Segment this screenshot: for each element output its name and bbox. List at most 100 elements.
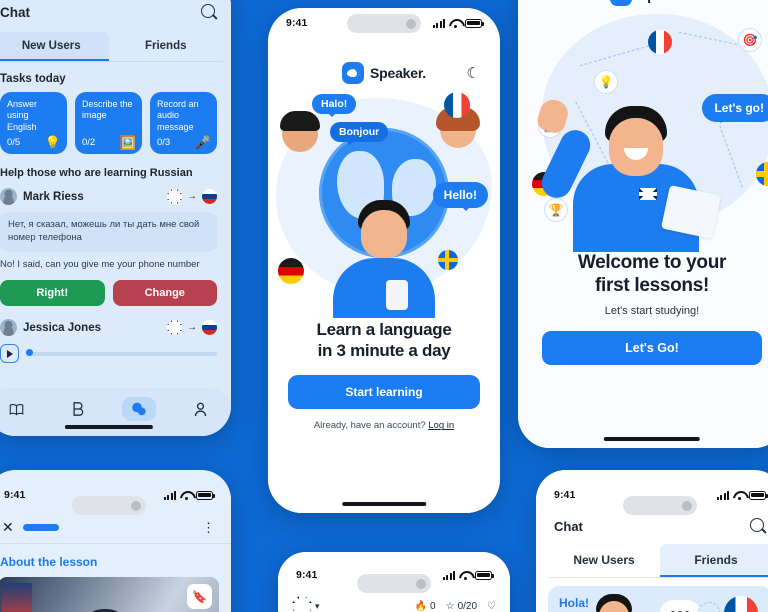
person-center <box>329 200 439 318</box>
flag-se-icon <box>756 162 768 186</box>
tab-friends[interactable]: Friends <box>109 32 224 61</box>
page-title: Chat <box>554 518 583 534</box>
battery-icon <box>749 490 768 500</box>
status-time: 9:41 <box>296 569 318 581</box>
friends-screen: 9:41 Chat New Users Friends Hola! <box>536 470 768 612</box>
chat-screen: Chat New Users Friends Tasks today Answe… <box>0 0 231 436</box>
lesson-stats: 🔥 0 ☆ 0/20 ♡ <box>415 601 496 612</box>
login-prompt: Already, have an account? Log in <box>268 420 500 431</box>
hearts-stat: ♡ <box>487 601 496 612</box>
log-in-link[interactable]: Log in <box>428 420 454 431</box>
dynamic-island <box>71 496 146 515</box>
status-icons <box>717 490 768 500</box>
search-icon[interactable] <box>201 4 217 20</box>
flag-de-icon <box>278 258 304 284</box>
typing-dots-icon <box>660 600 700 612</box>
friend-card[interactable]: Hola! <box>548 586 768 612</box>
headline-line-2: first lessons! <box>594 274 710 296</box>
status-icons <box>164 490 215 500</box>
battery-icon <box>465 18 484 28</box>
start-learning-button[interactable]: Start learning <box>288 375 480 410</box>
wifi-icon <box>733 491 745 500</box>
avatar <box>0 319 17 337</box>
tasks-list: Answer using English 0/5 💡 Describe the … <box>0 92 231 154</box>
tab-friends[interactable]: Friends <box>660 544 768 577</box>
home-indicator <box>64 425 153 429</box>
cellular-bars-icon <box>717 490 729 500</box>
arrow-icon: → <box>187 322 197 334</box>
speaker-logo-icon <box>342 62 364 84</box>
flag-ru-icon <box>202 320 217 336</box>
dynamic-island <box>357 574 431 593</box>
flag-gb-icon <box>167 320 182 336</box>
streak-value: 0 <box>430 600 436 612</box>
more-vertical-icon[interactable]: ⋮ <box>202 521 215 534</box>
flag-gb-icon <box>167 189 182 204</box>
help-heading: Help those who are learning Russian <box>0 167 193 179</box>
chat-bubbles-icon[interactable] <box>122 397 157 421</box>
login-prompt-text: Already, have an account? <box>313 420 426 432</box>
wifi-icon <box>449 19 461 28</box>
flag-fr-icon <box>648 30 672 54</box>
tab-new-users[interactable]: New Users <box>548 544 660 577</box>
status-time: 9:41 <box>286 17 308 29</box>
conversation-header[interactable]: Jessica Jones → <box>0 319 231 337</box>
onboarding-screen: 9:41 ☾ Speaker. Halo! Bonjour Hello! Lea… <box>268 8 500 513</box>
status-bar: 9:41 <box>536 480 768 515</box>
right-button[interactable]: Right! <box>0 280 105 307</box>
cellular-bars-icon <box>164 490 176 500</box>
language-pair: → <box>167 320 217 336</box>
audio-player[interactable] <box>0 336 231 364</box>
poster-decoration <box>2 583 32 612</box>
status-time: 9:41 <box>554 489 576 501</box>
avatar <box>0 188 17 205</box>
page-title: Learn a language in 3 minute a day <box>284 320 484 361</box>
close-icon[interactable]: ✕ <box>2 520 14 534</box>
language-selector[interactable]: ▾ <box>292 596 320 612</box>
task-card[interactable]: Record an audio message 0/3 🎤 <box>150 92 217 154</box>
moon-icon[interactable]: ☾ <box>467 64 480 82</box>
flag-gb-icon <box>292 596 312 612</box>
task-card[interactable]: Answer using English 0/5 💡 <box>0 92 67 154</box>
phone-mockup-friends: 9:41 Chat New Users Friends Hola! <box>536 470 768 612</box>
brand-name: Speaker. <box>638 0 694 3</box>
phone-mockup-lesson-header: 9:41 ▾ 🔥 0 ☆ 0/20 ♡ <box>278 552 510 612</box>
points-value: 0/20 <box>457 600 478 612</box>
tab-new-users[interactable]: New Users <box>0 32 109 61</box>
person-icon[interactable] <box>183 397 217 421</box>
task-title: Describe the image <box>82 99 133 121</box>
welcome-illustration: 💡 📘 🎯 🏆 Let's go! <box>518 6 768 252</box>
status-bar: 9:41 <box>0 480 231 515</box>
answer-actions: Right! Change <box>0 271 231 307</box>
heart-icon: ♡ <box>487 600 496 612</box>
bookmark-icon[interactable]: 🔖 <box>187 584 212 609</box>
target-icon: 🎯 <box>738 28 762 52</box>
lesson-progress-bar <box>22 523 59 531</box>
lesson-video-thumbnail[interactable]: 🔖 <box>0 577 219 612</box>
chat-tabs: New Users Friends <box>0 32 223 62</box>
change-button[interactable]: Change <box>112 280 217 307</box>
greeting-text: Hola! <box>559 596 589 610</box>
status-bar: 9:41 <box>278 560 510 593</box>
bold-b-icon[interactable] <box>61 397 95 421</box>
message-translation: No! I said, can you give me your phone n… <box>0 258 200 270</box>
flag-fr-icon <box>444 92 470 118</box>
task-card[interactable]: Describe the image 0/2 🖼️ <box>75 92 142 154</box>
welcome-subtitle: Let's start studying! <box>604 304 700 317</box>
phone-mockup-lesson: 9:41 ✕ ⋮ About the lesson 🔖 <box>0 470 231 612</box>
phone-mockup-chat: Chat New Users Friends Tasks today Answe… <box>0 0 231 436</box>
friends-tabs: New Users Friends <box>548 544 768 578</box>
search-icon[interactable] <box>750 518 766 534</box>
chevron-down-icon: ▾ <box>315 600 320 611</box>
status-icons <box>443 570 494 580</box>
lets-go-button[interactable]: Let's Go! <box>542 330 762 365</box>
lesson-screen: 9:41 ✕ ⋮ About the lesson 🔖 <box>0 470 231 612</box>
status-time: 9:41 <box>4 489 26 501</box>
headline-line-1: Learn a language <box>316 320 452 339</box>
book-icon[interactable] <box>0 397 34 421</box>
wifi-icon <box>459 571 471 580</box>
conversation-header[interactable]: Mark Riess → <box>0 188 231 205</box>
audio-progress-slider[interactable] <box>26 349 217 357</box>
play-icon[interactable] <box>0 344 19 364</box>
welcome-screen: Speaker. 💡 📘 🎯 🏆 Let's go! <box>518 0 768 448</box>
